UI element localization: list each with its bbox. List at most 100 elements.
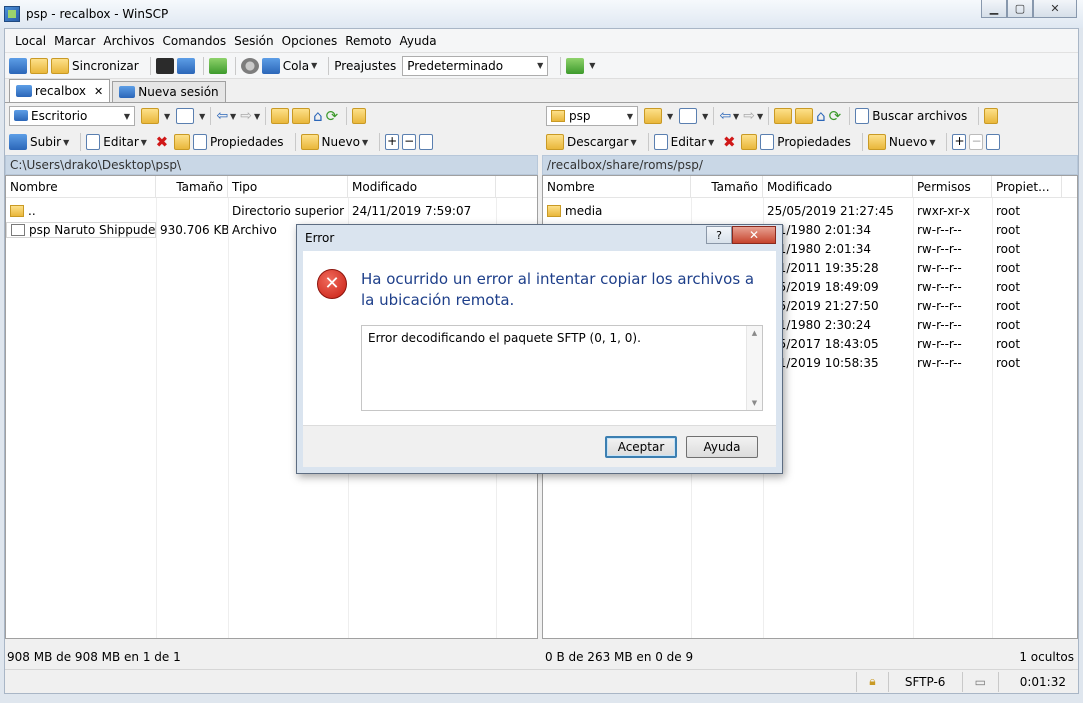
remote-properties-button[interactable]: Propiedades	[760, 134, 851, 150]
winscp-app-icon	[4, 6, 20, 22]
properties-icon	[192, 134, 207, 150]
filter-select-icon[interactable]	[419, 134, 434, 150]
remote-new-button[interactable]: Nuevo ▼	[867, 134, 935, 150]
table-row[interactable]: media 25/05/2019 21:27:45 rwxr-xr-x root	[543, 201, 1077, 220]
tab-new-session[interactable]: Nueva sesión	[112, 81, 226, 102]
row-permissions: rwxr-xr-x	[917, 203, 971, 218]
parent-directory-icon[interactable]	[271, 108, 290, 124]
rename-icon[interactable]	[741, 134, 758, 150]
open-directory-icon[interactable]	[141, 108, 159, 124]
presets-dropdown[interactable]: Predeterminado ▼	[402, 55, 549, 76]
select-all-icon[interactable]: +	[385, 134, 400, 150]
remote-edit-button[interactable]: Editar ▼	[653, 134, 714, 150]
queue-button[interactable]: Cola ▼	[261, 57, 317, 74]
close-window-button[interactable]: ✕	[1033, 0, 1077, 18]
menu-comandos[interactable]: Comandos	[159, 34, 231, 48]
console-icon[interactable]	[155, 57, 174, 74]
help-button[interactable]: Ayuda	[686, 436, 758, 458]
select-all-icon[interactable]: +	[952, 134, 967, 150]
error-dialog: Error ? ✕ ✕ Ha ocurrido un error al inte…	[296, 224, 783, 474]
download-button[interactable]: Descargar ▼	[546, 134, 637, 150]
local-path[interactable]: C:\Users\drako\Desktop\psp\	[5, 155, 538, 175]
filter-select-icon[interactable]	[986, 134, 1001, 150]
error-message: Ha ocurrido un error al intentar copiar …	[361, 270, 755, 309]
error-detail-box[interactable]: Error decodificando el paquete SFTP (0, …	[361, 325, 763, 411]
compare-directories-icon[interactable]	[9, 57, 27, 74]
tree-icon[interactable]	[352, 108, 367, 124]
detail-scrollbar[interactable]: ▲ ▼	[746, 326, 762, 410]
minimize-button[interactable]: ▁	[981, 0, 1007, 18]
close-tab-icon[interactable]: ✕	[94, 85, 103, 98]
dialog-close-button[interactable]: ✕	[732, 226, 776, 244]
home-icon[interactable]: ⌂	[816, 107, 826, 125]
col-modified[interactable]: Modificado	[348, 176, 496, 197]
col-modified[interactable]: Modificado	[763, 176, 913, 197]
synchronize-button[interactable]: Sincronizar	[51, 57, 139, 74]
col-name[interactable]: Nombre	[543, 176, 691, 197]
menu-ayuda[interactable]: Ayuda	[395, 34, 440, 48]
local-edit-button[interactable]: Editar ▼	[86, 134, 147, 150]
session-tabs: recalbox ✕ Nueva sesión	[5, 79, 1078, 103]
menu-sesion[interactable]: Sesión	[230, 34, 278, 48]
col-size[interactable]: Tamaño	[156, 176, 228, 197]
gear-icon[interactable]	[240, 57, 259, 74]
menu-opciones[interactable]: Opciones	[278, 34, 342, 48]
accept-button[interactable]: Aceptar	[605, 436, 677, 458]
synchronize-browsing-icon[interactable]	[30, 57, 48, 74]
col-permissions[interactable]: Permisos	[913, 176, 992, 197]
root-directory-icon[interactable]	[292, 108, 311, 124]
row-permissions: rw-r--r--	[917, 336, 962, 351]
menu-marcar[interactable]: Marcar	[50, 34, 99, 48]
tab-new-session-label: Nueva sesión	[138, 85, 219, 99]
local-drive-dropdown[interactable]: Escritorio ▼	[9, 106, 135, 126]
back-icon[interactable]: ⇦	[719, 108, 731, 124]
table-row[interactable]: .. Directorio superior 24/11/2019 7:59:0…	[6, 201, 537, 220]
upload-button[interactable]: Subir ▼	[9, 134, 69, 150]
desktop-icon	[14, 110, 28, 121]
forward-icon[interactable]: ⇨	[743, 108, 755, 124]
row-permissions: rw-r--r--	[917, 317, 962, 332]
parent-directory-icon[interactable]	[774, 108, 793, 124]
filter-icon[interactable]	[679, 108, 698, 124]
row-owner: root	[996, 298, 1021, 313]
root-directory-icon[interactable]	[795, 108, 814, 124]
col-name[interactable]: Nombre	[6, 176, 156, 197]
rename-icon[interactable]	[173, 134, 190, 150]
back-icon[interactable]: ⇦	[216, 108, 228, 124]
row-modified: /11/2019 10:58:35	[767, 355, 879, 370]
local-properties-button[interactable]: Propiedades	[192, 134, 284, 150]
find-files-button[interactable]: Buscar archivos	[855, 108, 967, 124]
dialog-help-icon[interactable]: ?	[706, 226, 732, 244]
remote-path[interactable]: /recalbox/share/roms/psp/	[542, 155, 1078, 175]
remote-new-label: Nuevo	[888, 135, 928, 149]
forward-icon[interactable]: ⇨	[240, 108, 252, 124]
title-bar: psp - recalbox - WinSCP ▁ ▢ ✕	[0, 0, 1083, 28]
tab-recalbox[interactable]: recalbox ✕	[9, 79, 111, 102]
transfer-icon[interactable]	[208, 57, 227, 74]
menu-local[interactable]: Local	[11, 34, 50, 48]
remote-status: 0 B de 263 MB en 0 de 9	[545, 650, 694, 664]
refresh-icon[interactable]: ⟳	[829, 107, 842, 125]
row-modified: /01/2011 19:35:28	[767, 260, 879, 275]
remote-dir-dropdown[interactable]: psp ▼	[546, 106, 638, 126]
unselect-icon[interactable]: −	[969, 134, 984, 150]
menu-remoto[interactable]: Remoto	[341, 34, 395, 48]
putty-icon[interactable]	[176, 57, 195, 74]
col-size[interactable]: Tamaño	[691, 176, 763, 197]
col-type[interactable]: Tipo	[228, 176, 348, 197]
tree-icon[interactable]	[984, 108, 999, 124]
refresh-icon[interactable]: ⟳	[326, 107, 339, 125]
local-new-button[interactable]: Nuevo ▼	[300, 134, 368, 150]
col-owner[interactable]: Propiet...	[992, 176, 1062, 197]
maximize-button[interactable]: ▢	[1007, 0, 1033, 18]
main-toolbar: Sincronizar Cola ▼ Preajustes Predetermi…	[5, 53, 1078, 79]
filter-icon[interactable]	[176, 108, 195, 124]
unselect-icon[interactable]: −	[402, 134, 417, 150]
open-directory-icon[interactable]	[644, 108, 662, 124]
hidden-count[interactable]: 1 ocultos	[1019, 650, 1074, 664]
delete-icon[interactable]: ✖	[720, 134, 738, 150]
delete-icon[interactable]: ✖	[153, 134, 171, 150]
menu-archivos[interactable]: Archivos	[99, 34, 158, 48]
home-icon[interactable]: ⌂	[313, 107, 323, 125]
transfer-settings-icon[interactable]	[566, 57, 585, 74]
